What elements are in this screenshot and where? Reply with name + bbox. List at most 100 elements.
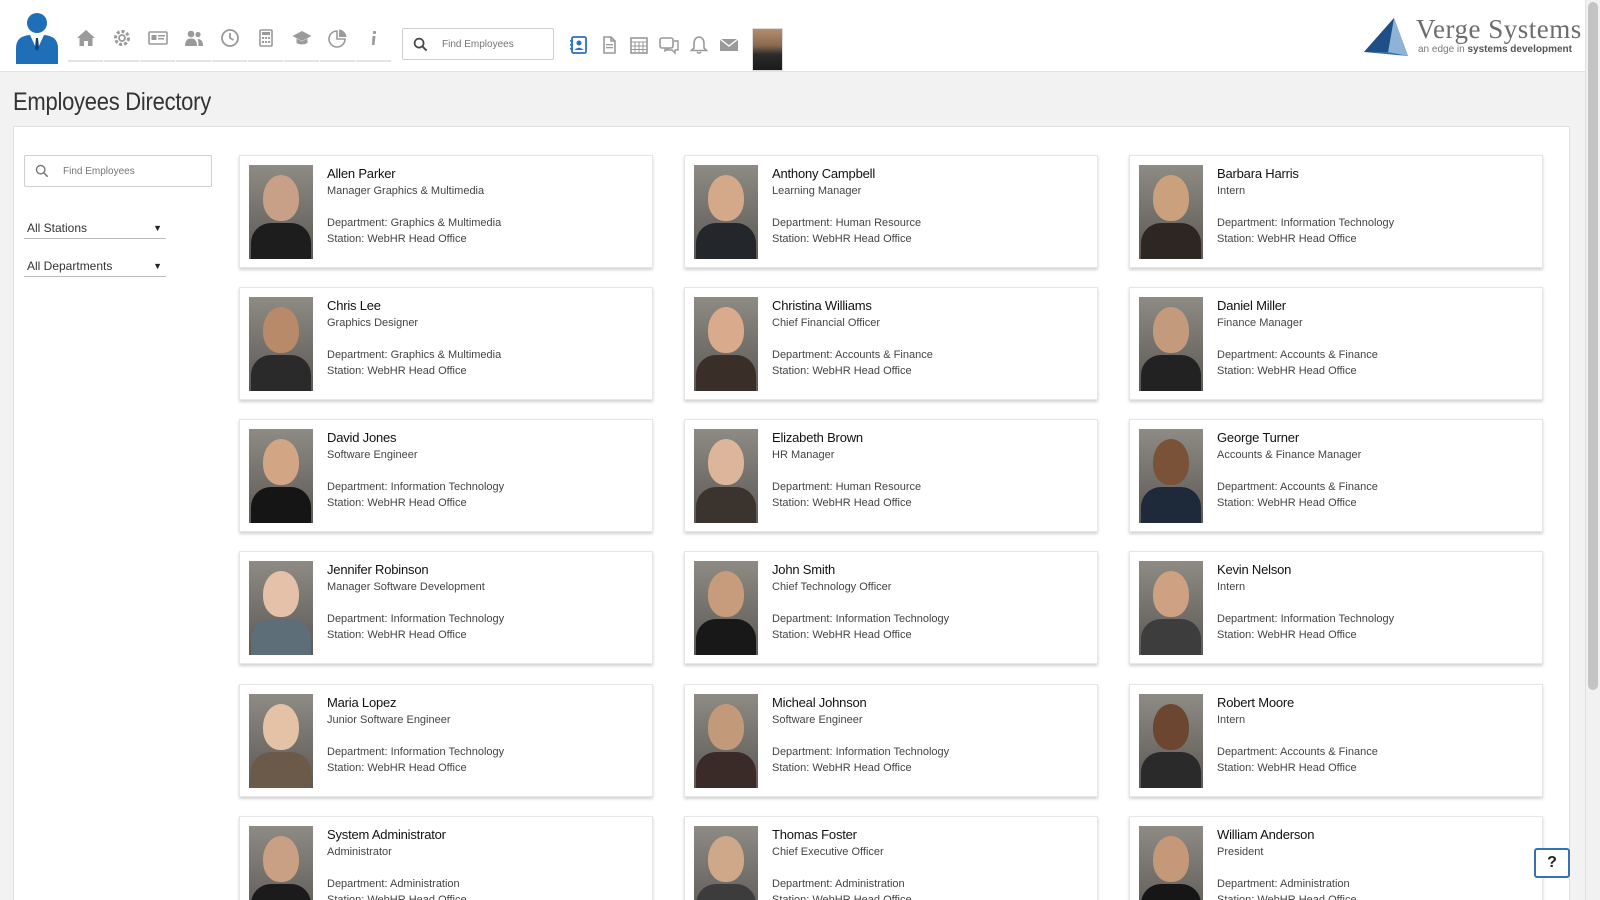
employee-card[interactable]: George Turner Accounts & Finance Manager D… (1129, 419, 1543, 532)
pie-chart-icon[interactable] (320, 28, 355, 62)
brand-triangle-icon (1364, 18, 1408, 56)
id-card-icon[interactable] (140, 28, 175, 62)
employee-department: Department: Information Technology (1217, 613, 1395, 625)
calculator-icon[interactable] (248, 28, 283, 62)
employee-photo[interactable] (1139, 429, 1203, 523)
employee-station: Station: WebHR Head Office (327, 497, 467, 509)
employee-photo-face (1153, 175, 1189, 221)
employee-card[interactable]: Elizabeth Brown HR Manager Department: Hum… (684, 419, 1098, 532)
employee-photo[interactable] (694, 561, 758, 655)
employee-photo-body (1141, 223, 1201, 259)
document-icon[interactable] (594, 34, 624, 56)
employee-department: Department: Information Technology (772, 613, 950, 625)
employee-photo-face (708, 175, 744, 221)
employee-title: Administrator (327, 846, 392, 858)
employee-photo[interactable] (694, 297, 758, 391)
employee-photo[interactable] (249, 297, 313, 391)
employee-name[interactable]: Barbara Harris (1217, 166, 1394, 184)
clock-icon[interactable] (212, 28, 247, 62)
employee-photo[interactable] (1139, 297, 1203, 391)
employee-card[interactable]: Thomas Foster Chief Executive Officer Depa… (684, 816, 1098, 900)
employee-name[interactable]: Thomas Foster (772, 827, 912, 845)
directory-icon[interactable] (564, 34, 594, 56)
employee-name[interactable]: Micheal Johnson (772, 695, 949, 713)
employee-search-bar[interactable] (24, 155, 212, 187)
employee-card[interactable]: Allen Parker Manager Graphics & Multimedi… (239, 155, 653, 268)
gear-icon[interactable] (104, 28, 139, 62)
brand-name: Verge Systems (1416, 14, 1582, 44)
employee-name[interactable]: Kevin Nelson (1217, 562, 1394, 580)
employee-photo[interactable] (1139, 826, 1203, 900)
employee-info: William Anderson President Department: Adm… (1217, 827, 1357, 900)
employee-photo[interactable] (694, 694, 758, 788)
employee-photo[interactable] (1139, 694, 1203, 788)
top-search-input[interactable] (442, 38, 552, 50)
employee-card[interactable]: Micheal Johnson Software Engineer Departme… (684, 684, 1098, 797)
user-avatar[interactable] (752, 28, 783, 71)
employee-card[interactable]: Kevin Nelson Intern Department: Informatio… (1129, 551, 1543, 664)
employee-photo[interactable] (249, 165, 313, 259)
employee-name[interactable]: George Turner (1217, 430, 1378, 448)
employee-card[interactable]: Daniel Miller Finance Manager Department: … (1129, 287, 1543, 400)
employee-photo[interactable] (249, 561, 313, 655)
employee-name[interactable]: Robert Moore (1217, 695, 1378, 713)
employee-name[interactable]: William Anderson (1217, 827, 1357, 845)
employee-photo-face (263, 175, 299, 221)
employee-photo[interactable] (694, 429, 758, 523)
employee-photo-face (263, 571, 299, 617)
chat-icon[interactable] (654, 34, 684, 56)
employee-name[interactable]: Elizabeth Brown (772, 430, 921, 448)
employee-photo-body (696, 619, 756, 655)
employee-name[interactable]: David Jones (327, 430, 504, 448)
employee-card[interactable]: Anthony Campbell Learning Manager Departme… (684, 155, 1098, 268)
employee-card[interactable]: System Administrator Administrator Departm… (239, 816, 653, 900)
graduation-cap-icon[interactable] (284, 28, 319, 62)
employee-photo-face (708, 704, 744, 750)
employee-card[interactable]: Chris Lee Graphics Designer Department: Gr… (239, 287, 653, 400)
employee-name[interactable]: Jennifer Robinson (327, 562, 504, 580)
departments-select[interactable]: All Departments ▼ (24, 255, 166, 277)
employee-card[interactable]: William Anderson President Department: Adm… (1129, 816, 1543, 900)
employee-name[interactable]: John Smith (772, 562, 949, 580)
employee-card[interactable]: Robert Moore Intern Department: Accounts &… (1129, 684, 1543, 797)
employee-photo[interactable] (1139, 561, 1203, 655)
home-icon[interactable] (68, 28, 103, 62)
bell-icon[interactable] (684, 34, 714, 56)
help-button[interactable]: ? (1534, 848, 1570, 878)
employee-search-input[interactable] (63, 165, 203, 177)
employee-name[interactable]: Maria Lopez (327, 695, 504, 713)
employee-card[interactable]: David Jones Software Engineer Department: … (239, 419, 653, 532)
employee-title: Graphics Designer (327, 317, 419, 329)
employee-name[interactable]: Chris Lee (327, 298, 501, 316)
info-icon[interactable] (356, 28, 391, 62)
employee-card[interactable]: Christina Williams Chief Financial Office… (684, 287, 1098, 400)
employee-card[interactable]: Barbara Harris Intern Department: Informat… (1129, 155, 1543, 268)
stations-select[interactable]: All Stations ▼ (24, 217, 166, 239)
users-icon[interactable] (176, 28, 211, 62)
employee-card[interactable]: Jennifer Robinson Manager Software Develo… (239, 551, 653, 664)
employee-photo[interactable] (694, 826, 758, 900)
employee-photo[interactable] (249, 694, 313, 788)
top-search-bar[interactable] (402, 28, 554, 60)
employee-photo[interactable] (694, 165, 758, 259)
app-logo-icon[interactable] (14, 10, 60, 64)
employee-name[interactable]: Christina Williams (772, 298, 933, 316)
employee-department: Department: Information Technology (327, 481, 505, 493)
employee-photo[interactable] (249, 826, 313, 900)
employee-card[interactable]: John Smith Chief Technology Officer Depart… (684, 551, 1098, 664)
page-scrollbar[interactable] (1585, 0, 1600, 900)
mail-icon[interactable] (714, 34, 744, 56)
employee-name[interactable]: System Administrator (327, 827, 467, 845)
employee-name[interactable]: Allen Parker (327, 166, 501, 184)
employee-name[interactable]: Daniel Miller (1217, 298, 1378, 316)
employee-station: Station: WebHR Head Office (327, 762, 467, 774)
employee-photo[interactable] (249, 429, 313, 523)
employee-name[interactable]: Anthony Campbell (772, 166, 921, 184)
brand-logo: Verge Systems an edge in systems develop… (1364, 14, 1581, 58)
employee-photo[interactable] (1139, 165, 1203, 259)
calendar-icon[interactable] (624, 34, 654, 56)
employee-title: Software Engineer (772, 714, 863, 726)
scrollbar-thumb[interactable] (1588, 2, 1598, 690)
employee-card[interactable]: Maria Lopez Junior Software Engineer Depar… (239, 684, 653, 797)
employee-title: Junior Software Engineer (327, 714, 451, 726)
